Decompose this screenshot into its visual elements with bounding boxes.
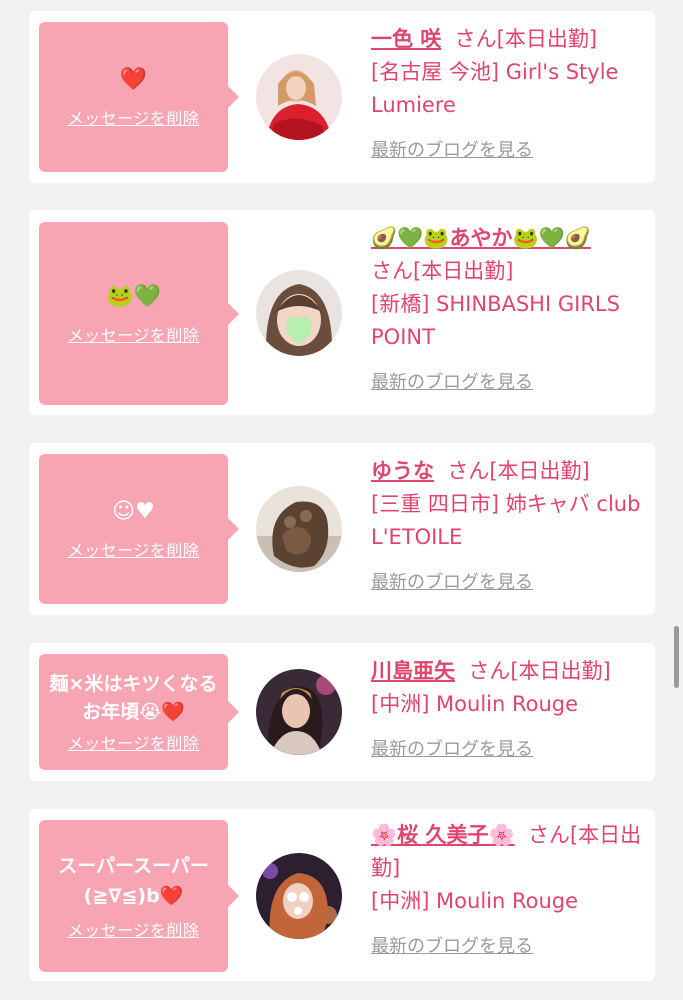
latest-blog-link[interactable]: 最新のブログを見る	[371, 930, 533, 963]
message-bubble: 🐸💚 メッセージを削除	[39, 222, 239, 405]
message-text: ☺︎♥	[112, 499, 155, 524]
cast-name-link[interactable]: 🌸桜 久美子🌸	[371, 823, 515, 847]
shop-name: [三重 四日市] 姉キャバ club L'ETOILE	[371, 492, 641, 549]
message-text: 🐸💚	[106, 283, 161, 309]
cast-info: 🥑💚🐸あやか🐸💚🥑 さん[本日出勤] [新橋] SHINBASHI GIRLS …	[371, 222, 651, 399]
work-status: さん[本日出勤]	[447, 459, 590, 483]
avatar[interactable]	[256, 54, 342, 140]
latest-blog-link[interactable]: 最新のブログを見る	[371, 134, 533, 167]
delete-message-link[interactable]: メッセージを削除	[68, 730, 200, 754]
message-card: ❤️ メッセージを削除 一色 咲 さん[本日出勤] [名古屋 今池] Girl'…	[29, 11, 655, 183]
avatar[interactable]	[256, 486, 342, 572]
message-bubble: 麺×米はキツくなるお年頃😭❤️ メッセージを削除	[39, 654, 239, 770]
cast-info: 一色 咲 さん[本日出勤] [名古屋 今池] Girl's Style Lumi…	[371, 23, 651, 167]
delete-message-link[interactable]: メッセージを削除	[68, 322, 200, 346]
scrollbar[interactable]	[674, 626, 679, 688]
message-text: 麺×米はキツくなるお年頃😭❤️	[49, 673, 218, 723]
message-card: ☺︎♥ メッセージを削除 ゆうな さん[本日出勤] [三重 四日市] 姉キャバ …	[29, 443, 655, 615]
cast-info: ゆうな さん[本日出勤] [三重 四日市] 姉キャバ club L'ETOILE…	[371, 455, 651, 599]
message-text: スーパースーパー(≧∇≦)b❤️	[58, 855, 209, 907]
cast-name-link[interactable]: 一色 咲	[371, 27, 441, 51]
cast-name-link[interactable]: 🥑💚🐸あやか🐸💚🥑	[371, 226, 591, 250]
message-card: スーパースーパー(≧∇≦)b❤️ メッセージを削除 🌸桜 久美子🌸 さん[本日出…	[29, 809, 655, 981]
cast-name-link[interactable]: ゆうな	[371, 459, 434, 483]
shop-name: [名古屋 今池] Girl's Style Lumiere	[371, 60, 619, 117]
delete-message-link[interactable]: メッセージを削除	[68, 537, 200, 561]
message-bubble: スーパースーパー(≧∇≦)b❤️ メッセージを削除	[39, 820, 239, 972]
work-status: さん[本日出勤]	[454, 27, 598, 51]
cast-info: 川島亜矢 さん[本日出勤] [中洲] Moulin Rouge 最新のブログを見…	[371, 655, 651, 766]
message-bubble: ☺︎♥ メッセージを削除	[39, 454, 239, 604]
work-status: さん[本日出勤]	[371, 259, 514, 283]
avatar[interactable]	[256, 853, 342, 939]
avatar[interactable]	[256, 669, 342, 755]
cast-name-link[interactable]: 川島亜矢	[371, 659, 455, 683]
message-card: 🐸💚 メッセージを削除 🥑💚🐸あやか🐸💚🥑 さん[本日出勤] [新橋] SHIN…	[29, 210, 655, 415]
message-card: 麺×米はキツくなるお年頃😭❤️ メッセージを削除 川島亜矢 さん[本日出勤] […	[29, 643, 655, 781]
shop-name: [中洲] Moulin Rouge	[371, 889, 579, 913]
delete-message-link[interactable]: メッセージを削除	[68, 105, 200, 129]
avatar[interactable]	[256, 270, 342, 356]
latest-blog-link[interactable]: 最新のブログを見る	[371, 566, 533, 599]
latest-blog-link[interactable]: 最新のブログを見る	[371, 366, 533, 399]
message-bubble: ❤️ メッセージを削除	[39, 22, 239, 172]
shop-name: [新橋] SHINBASHI GIRLS POINT	[371, 292, 620, 349]
delete-message-link[interactable]: メッセージを削除	[68, 917, 200, 941]
work-status: さん[本日出勤]	[468, 659, 611, 683]
cast-info: 🌸桜 久美子🌸 さん[本日出勤] [中洲] Moulin Rouge 最新のブロ…	[371, 819, 651, 963]
shop-name: [中洲] Moulin Rouge	[371, 692, 579, 716]
message-text: ❤️	[119, 67, 148, 92]
latest-blog-link[interactable]: 最新のブログを見る	[371, 733, 533, 766]
